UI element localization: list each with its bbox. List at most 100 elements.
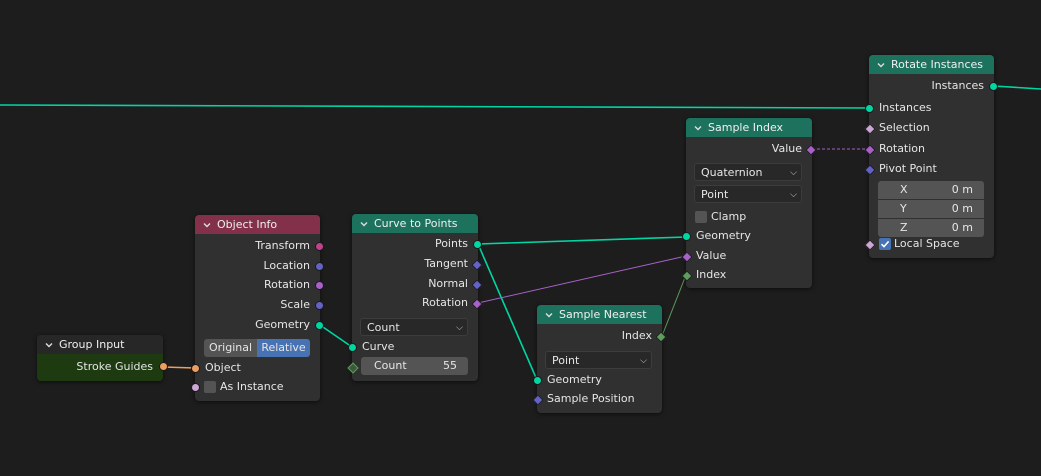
output-scale: Scale [280, 298, 310, 311]
chevron-down-icon[interactable] [201, 219, 213, 231]
link-instances [0, 104, 870, 109]
socket-location[interactable] [315, 262, 324, 271]
input-curve: Curve [362, 340, 395, 353]
output-stroke-guides: Stroke Guides [76, 360, 153, 373]
socket-transform[interactable] [315, 242, 324, 251]
node-title: Sample Nearest [559, 308, 647, 321]
socket-geometry[interactable] [682, 232, 691, 241]
curve-to-points-header[interactable]: Curve to Points [352, 214, 478, 233]
as-instance-checkbox[interactable] [204, 381, 216, 393]
local-space-checkbox[interactable] [879, 238, 891, 250]
socket-instances-in[interactable] [865, 104, 874, 113]
link-rotation-value [477, 255, 687, 304]
mode-original-button[interactable]: Original [204, 339, 257, 357]
output-index: Index [621, 329, 652, 342]
chevron-down-icon[interactable] [43, 339, 55, 351]
chevron-down-icon[interactable] [875, 59, 887, 71]
output-normal: Normal [428, 277, 468, 290]
count-label: Count [374, 359, 407, 372]
curve-to-points-node[interactable]: Curve to Points Points Tangent Normal Ro… [347, 214, 483, 381]
count-field[interactable]: Count 55 [361, 357, 468, 375]
clamp-label: Clamp [711, 210, 747, 223]
output-instances: Instances [931, 79, 984, 92]
socket-scale[interactable] [315, 301, 324, 310]
input-geometry: Geometry [696, 229, 751, 242]
chevron-down-icon: ⌵ [640, 356, 647, 366]
object-info-header[interactable]: Object Info [195, 215, 320, 234]
socket-geometry[interactable] [315, 321, 324, 330]
chevron-down-icon[interactable] [692, 122, 704, 134]
pivot-y-value: 0 m [951, 202, 973, 215]
socket-object[interactable] [191, 364, 200, 373]
input-selection: Selection [879, 121, 930, 134]
mode-dropdown[interactable]: Count ⌵ [360, 318, 468, 336]
socket-stroke-guides[interactable] [159, 362, 168, 371]
output-geometry: Geometry [255, 318, 310, 331]
input-object: Object [205, 361, 241, 374]
pivot-x-field[interactable]: X 0 m [878, 181, 984, 199]
node-title: Object Info [217, 218, 278, 231]
input-as-instance: As Instance [220, 380, 284, 393]
input-value: Value [696, 249, 727, 262]
data-type-value: Quaternion [701, 166, 763, 179]
input-sample-position: Sample Position [547, 392, 635, 405]
chevron-down-icon: ⌵ [456, 323, 463, 333]
link-points-geometry [477, 236, 687, 245]
pivot-x-label: X [900, 183, 908, 196]
group-input-header[interactable]: Group Input [37, 335, 163, 354]
output-points: Points [434, 237, 468, 250]
pivot-x-value: 0 m [951, 183, 973, 196]
input-local-space: Local Space [894, 237, 960, 250]
sample-index-node[interactable]: Sample Index Value Quaternion ⌵ Point ⌵ … [681, 118, 817, 288]
sample-index-header[interactable]: Sample Index [686, 118, 812, 137]
link-index [661, 274, 687, 337]
link-instances-out [993, 85, 1041, 90]
pivot-y-label: Y [900, 202, 907, 215]
link-geometry-curve [319, 324, 353, 348]
chevron-down-icon[interactable] [358, 218, 370, 230]
group-input-body: Stroke Guides [37, 354, 163, 381]
socket-rotation[interactable] [315, 281, 324, 290]
node-title: Group Input [59, 338, 125, 351]
output-location: Location [263, 259, 310, 272]
group-input-node[interactable]: Group Input Stroke Guides [37, 335, 168, 381]
rotate-instances-header[interactable]: Rotate Instances [869, 55, 994, 74]
socket-curve[interactable] [348, 343, 357, 352]
domain-dropdown[interactable]: Point ⌵ [545, 351, 652, 369]
socket-as-instance[interactable] [191, 383, 200, 392]
domain-value: Point [552, 354, 580, 367]
input-instances: Instances [879, 101, 932, 114]
sample-nearest-node[interactable]: Sample Nearest Index Point ⌵ Geometry Sa… [532, 305, 667, 413]
chevron-down-icon: ⌵ [790, 168, 797, 178]
chevron-down-icon: ⌵ [790, 190, 797, 200]
socket-geometry[interactable] [533, 376, 542, 385]
socket-points[interactable] [473, 240, 482, 249]
socket-instances-out[interactable] [989, 82, 998, 91]
mode-value: Count [367, 321, 400, 334]
clamp-checkbox[interactable] [695, 211, 707, 223]
data-type-dropdown[interactable]: Quaternion ⌵ [694, 163, 802, 181]
output-rotation: Rotation [263, 278, 310, 291]
object-info-node[interactable]: Object Info Transform Location Rotation … [191, 215, 324, 401]
domain-dropdown[interactable]: Point ⌵ [694, 185, 802, 203]
rotate-instances-node[interactable]: Rotate Instances Instances Instances Sel… [864, 55, 998, 258]
input-geometry: Geometry [547, 373, 602, 386]
output-value: Value [771, 142, 802, 155]
link-points-sample-nearest [477, 243, 538, 381]
input-rotation: Rotation [879, 142, 926, 155]
sample-nearest-header[interactable]: Sample Nearest [537, 305, 662, 324]
output-rotation: Rotation [421, 296, 468, 309]
domain-value: Point [701, 188, 729, 201]
node-title: Curve to Points [374, 217, 458, 230]
checkmark-icon [880, 240, 890, 248]
input-index: Index [696, 268, 727, 281]
count-value: 55 [443, 359, 457, 372]
node-title: Rotate Instances [891, 58, 984, 71]
output-transform: Transform [255, 239, 310, 252]
input-pivot-point: Pivot Point [879, 162, 937, 175]
node-title: Sample Index [708, 121, 784, 134]
chevron-down-icon[interactable] [543, 309, 555, 321]
mode-relative-button[interactable]: Relative [257, 339, 310, 357]
output-tangent: Tangent [424, 257, 468, 270]
pivot-y-field[interactable]: Y 0 m [878, 200, 984, 218]
